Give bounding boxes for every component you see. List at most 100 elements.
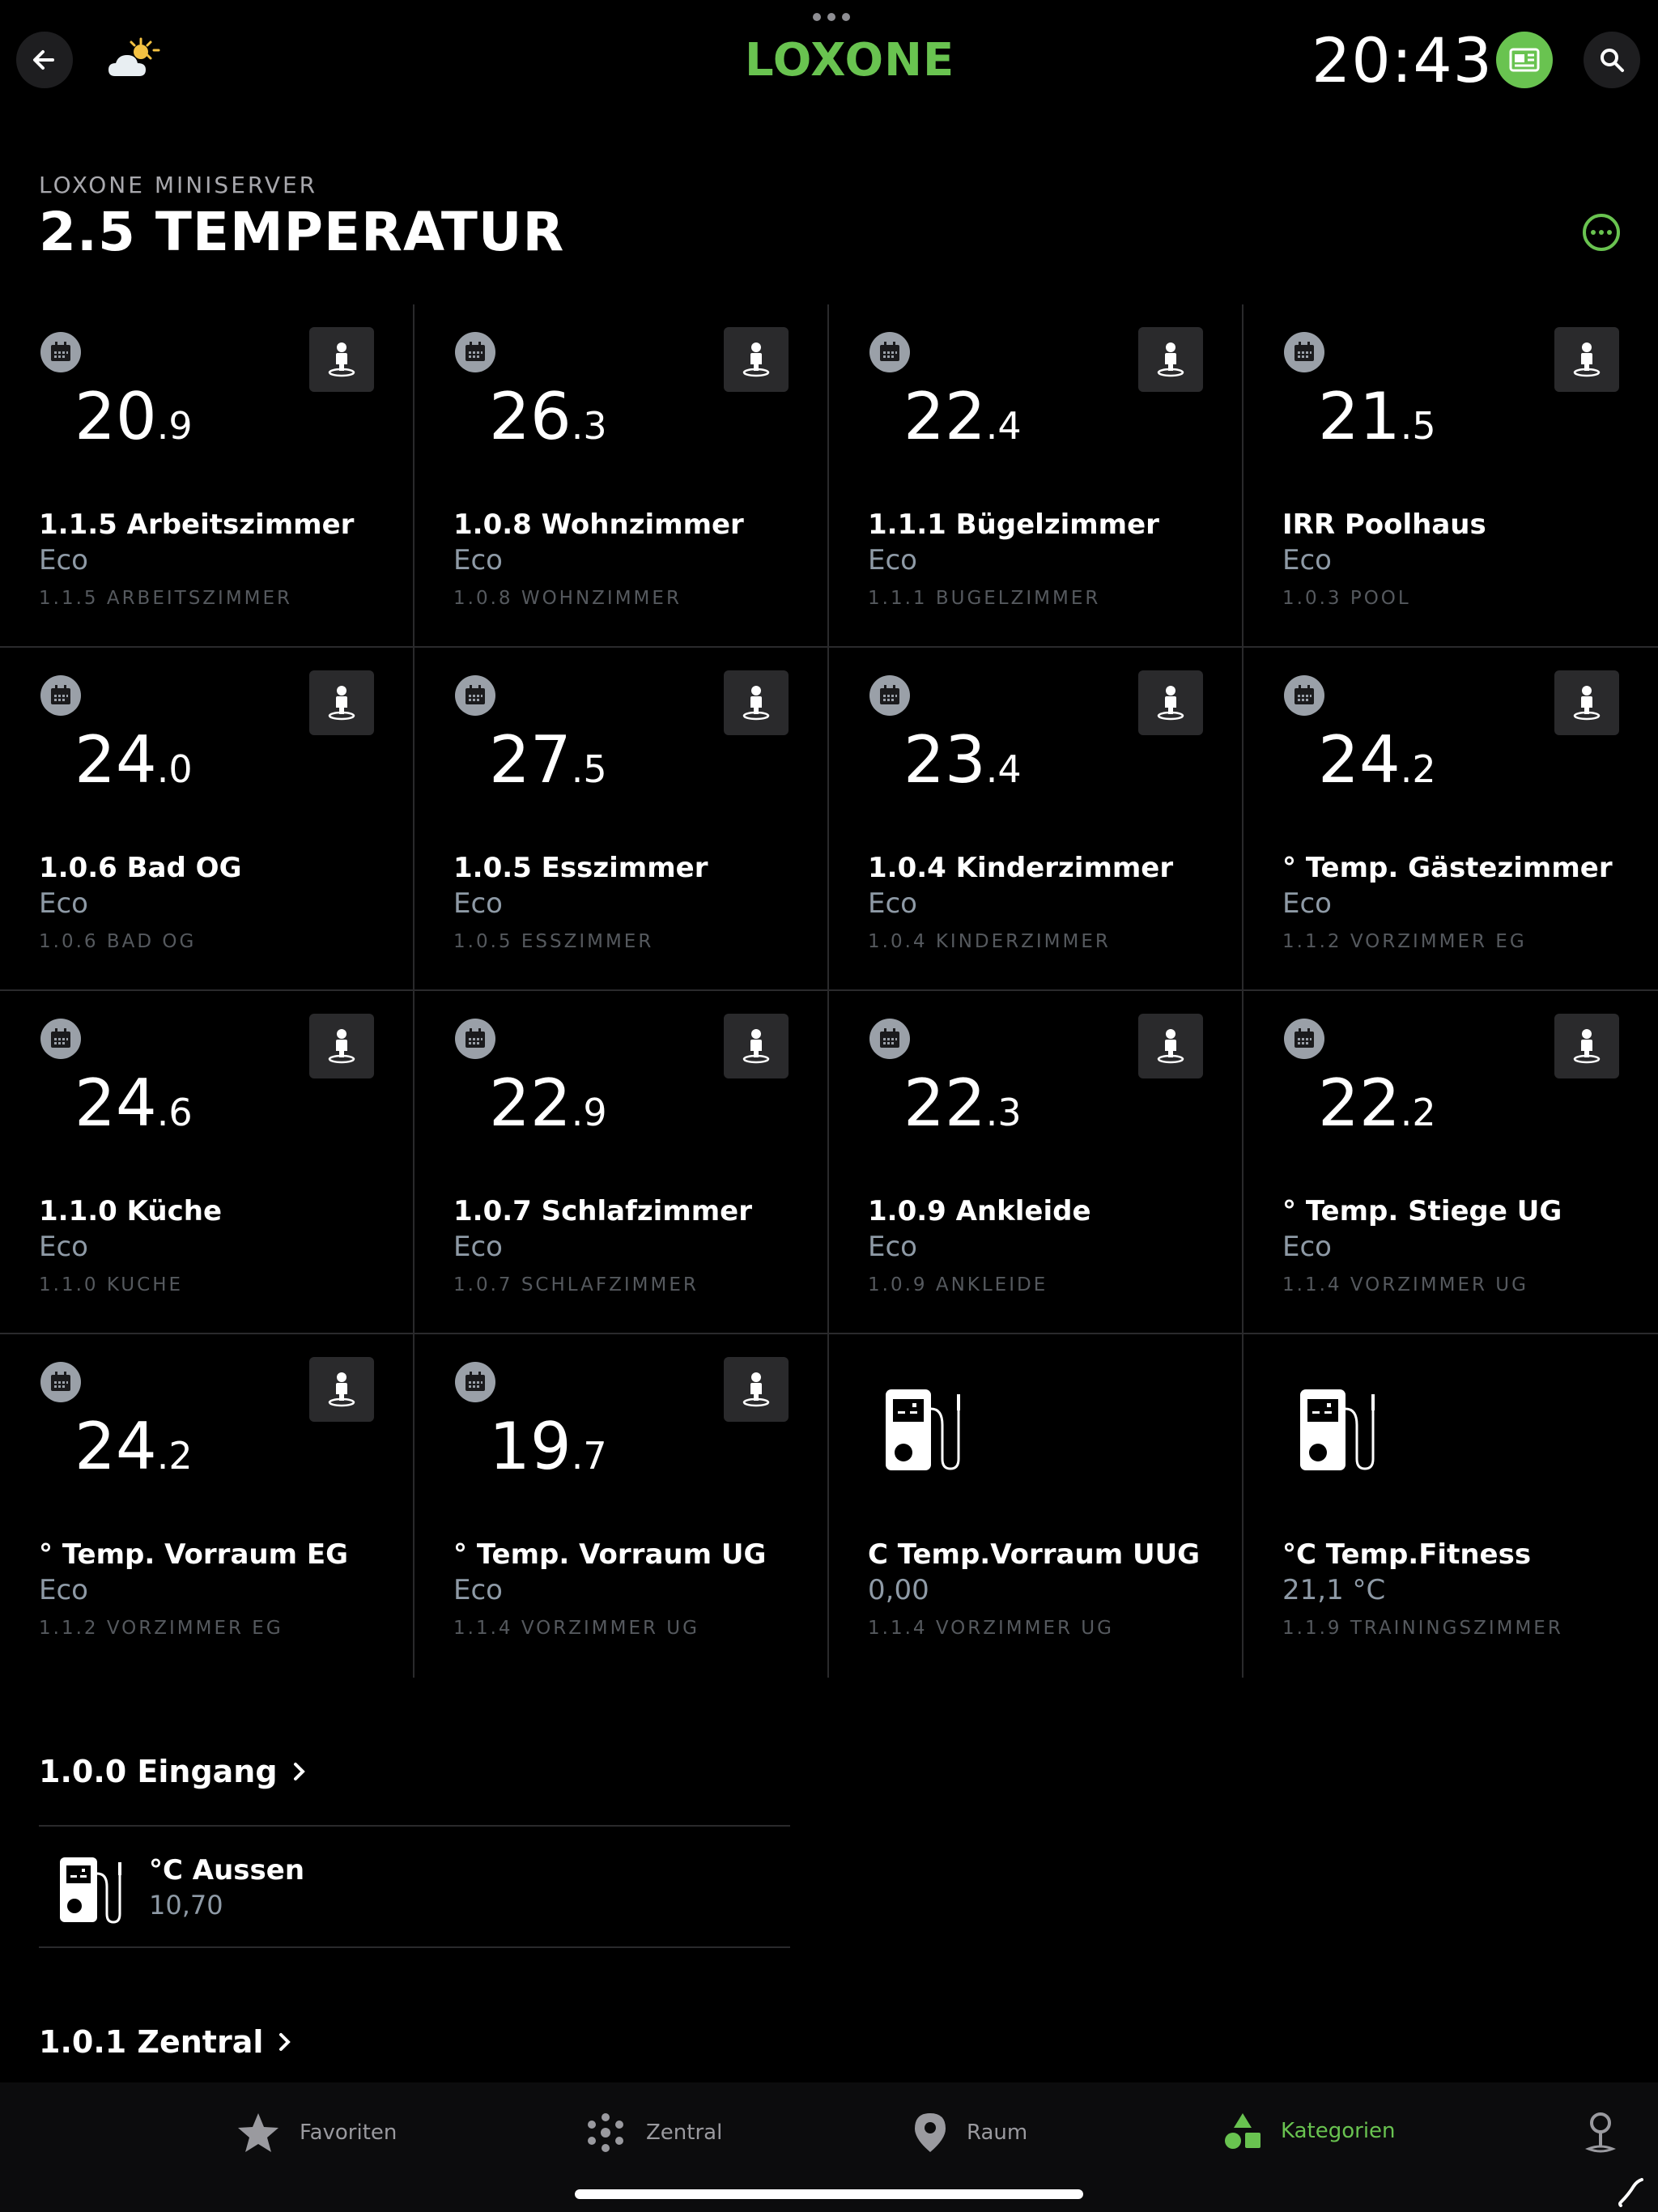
list-item-name[interactable]: °C Aussen [149, 1854, 304, 1887]
schedule-icon[interactable] [40, 1019, 81, 1059]
news-button[interactable] [1496, 32, 1553, 88]
room-label: 1.0.5 ESSZIMMER [453, 931, 654, 952]
weather-icon[interactable] [105, 36, 162, 84]
control-tile[interactable]: 27.5 1.0.5 Esszimmer Eco 1.0.5 ESSZIMMER [414, 648, 829, 991]
schedule-icon[interactable] [1284, 675, 1324, 716]
control-tile[interactable]: 26.3 1.0.8 Wohnzimmer Eco 1.0.8 WOHNZIMM… [414, 304, 829, 648]
presence-button[interactable] [724, 327, 789, 392]
central-dots-icon [588, 2113, 623, 2152]
control-tile[interactable]: 24.2 ° Temp. Gästezimmer Eco 1.1.2 VORZI… [1244, 648, 1658, 991]
presence-button[interactable] [724, 1357, 789, 1422]
schedule-icon[interactable] [869, 1019, 910, 1059]
temperature-decimal: .3 [985, 1091, 1022, 1134]
meter-icon [1300, 1389, 1375, 1470]
room-label: 1.0.6 BAD OG [39, 931, 197, 952]
temperature-value: 22.2 [1318, 1066, 1436, 1141]
back-button[interactable] [16, 32, 73, 88]
news-icon [1509, 48, 1540, 72]
section-header-eingang[interactable]: 1.0.0 Eingang [39, 1754, 307, 1789]
presence-person-icon [1157, 342, 1184, 377]
presence-button[interactable] [309, 670, 374, 735]
control-name: °C Temp.Fitness [1282, 1538, 1532, 1571]
section-header-zentral[interactable]: 1.0.1 Zentral [39, 2024, 292, 2060]
search-button[interactable] [1584, 32, 1640, 88]
control-tile[interactable]: 24.6 1.1.0 Küche Eco 1.1.0 KUCHE [0, 991, 414, 1334]
presence-button[interactable] [724, 1014, 789, 1078]
control-tile[interactable]: 22.2 ° Temp. Stiege UG Eco 1.1.4 VORZIMM… [1244, 991, 1658, 1334]
presence-button[interactable] [1554, 1014, 1619, 1078]
presence-button[interactable] [309, 1014, 374, 1078]
schedule-icon[interactable] [1284, 332, 1324, 372]
nav-location[interactable] [1585, 2112, 1616, 2155]
presence-button[interactable] [1554, 327, 1619, 392]
presence-button[interactable] [309, 1357, 374, 1422]
control-state: Eco [39, 544, 88, 576]
control-state: Eco [39, 1574, 88, 1606]
presence-button[interactable] [309, 327, 374, 392]
nav-zentral[interactable]: Zentral [585, 2112, 722, 2154]
temperature-integer: 24 [74, 1066, 157, 1141]
presence-button[interactable] [1138, 670, 1203, 735]
control-tile[interactable]: 24.0 1.0.6 Bad OG Eco 1.0.6 BAD OG [0, 648, 414, 991]
control-tile[interactable]: 22.3 1.0.9 Ankleide Eco 1.0.9 ANKLEIDE [829, 991, 1244, 1334]
control-tile[interactable]: 22.9 1.0.7 Schlafzimmer Eco 1.0.7 SCHLAF… [414, 991, 829, 1334]
nav-label: Kategorien [1281, 2119, 1396, 2143]
room-label: 1.0.4 KINDERZIMMER [868, 931, 1111, 952]
control-tile[interactable]: 22.4 1.1.1 Bügelzimmer Eco 1.1.1 BUGELZI… [829, 304, 1244, 648]
schedule-icon[interactable] [869, 675, 910, 716]
control-tile[interactable]: 23.4 1.0.4 Kinderzimmer Eco 1.0.4 KINDER… [829, 648, 1244, 991]
temperature-integer: 24 [74, 1409, 157, 1484]
control-name: ° Temp. Vorraum EG [39, 1538, 348, 1571]
control-tile[interactable]: °C Temp.Fitness 21,1 °C 1.1.9 TRAININGSZ… [1244, 1334, 1658, 1678]
presence-person-icon [328, 686, 355, 721]
control-state: Eco [39, 1231, 88, 1263]
temperature-value: 24.2 [1318, 722, 1436, 798]
temperature-decimal: .7 [571, 1434, 607, 1478]
temperature-decimal: .4 [985, 747, 1022, 791]
phone-icon[interactable] [1618, 2178, 1647, 2207]
schedule-icon[interactable] [1284, 1019, 1324, 1059]
temperature-value: 24.6 [74, 1066, 193, 1141]
schedule-icon[interactable] [455, 1362, 495, 1402]
control-tile[interactable]: 24.2 ° Temp. Vorraum EG Eco 1.1.2 VORZIM… [0, 1334, 414, 1678]
loxone-logo: LOXONE [745, 34, 955, 87]
nav-kategorien[interactable]: Kategorien [1224, 2112, 1396, 2150]
temperature-integer: 22 [1318, 1066, 1401, 1141]
control-tile[interactable]: 21.5 IRR Poolhaus Eco 1.0.3 POOL [1244, 304, 1658, 648]
schedule-icon[interactable] [40, 1362, 81, 1402]
presence-button[interactable] [1554, 670, 1619, 735]
schedule-icon[interactable] [455, 332, 495, 372]
home-indicator[interactable] [575, 2189, 1083, 2199]
schedule-icon[interactable] [869, 332, 910, 372]
control-tile[interactable]: C Temp.Vorraum UUG 0,00 1.1.4 VORZIMMER … [829, 1334, 1244, 1678]
schedule-icon[interactable] [40, 675, 81, 716]
nav-raum[interactable]: Raum [913, 2112, 1027, 2154]
temperature-integer: 23 [903, 722, 986, 798]
presence-button[interactable] [1138, 327, 1203, 392]
schedule-icon[interactable] [40, 332, 81, 372]
drag-handle[interactable] [813, 13, 850, 21]
presence-button[interactable] [724, 670, 789, 735]
calendar-icon [466, 685, 485, 704]
schedule-icon[interactable] [455, 675, 495, 716]
control-name: IRR Poolhaus [1282, 508, 1486, 541]
control-state: Eco [453, 1231, 503, 1263]
calendar-icon [51, 1028, 70, 1048]
calendar-icon [1295, 1028, 1314, 1048]
location-marker-icon [1585, 2112, 1616, 2153]
clock-time: 20:43 [1312, 24, 1494, 96]
temperature-decimal: .2 [1400, 747, 1436, 791]
control-tile[interactable]: 20.9 1.1.5 Arbeitszimmer Eco 1.1.5 ARBEI… [0, 304, 414, 648]
control-name: C Temp.Vorraum UUG [868, 1538, 1201, 1571]
temperature-value: 22.3 [903, 1066, 1022, 1141]
list-item-value: 10,70 [149, 1890, 223, 1921]
more-options-button[interactable] [1583, 214, 1620, 251]
control-name: ° Temp. Stiege UG [1282, 1195, 1562, 1227]
control-tile[interactable]: 19.7 ° Temp. Vorraum UG Eco 1.1.4 VORZIM… [414, 1334, 829, 1678]
temperature-integer: 21 [1318, 379, 1401, 454]
nav-favoriten[interactable]: Favoriten [236, 2112, 397, 2154]
schedule-icon[interactable] [455, 1019, 495, 1059]
presence-button[interactable] [1138, 1014, 1203, 1078]
temperature-value: 24.2 [74, 1409, 193, 1484]
room-label: 1.1.1 BUGELZIMMER [868, 588, 1101, 609]
